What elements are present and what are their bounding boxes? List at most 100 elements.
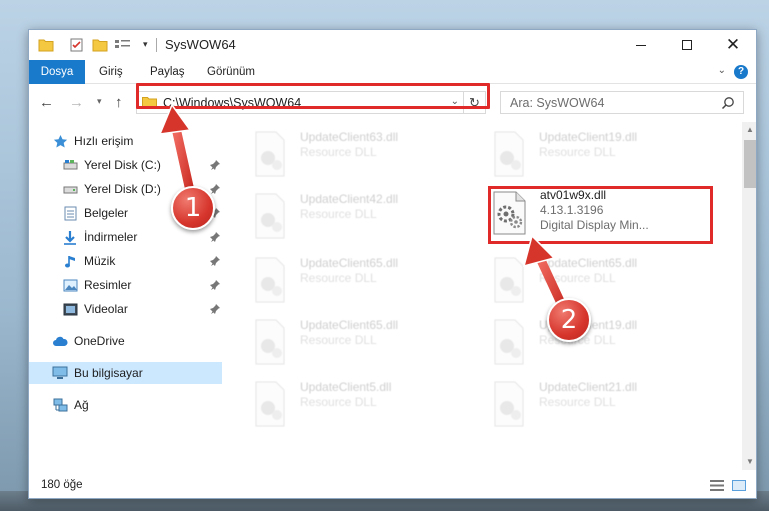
drive-icon — [62, 181, 78, 197]
dll-gear-file-icon — [488, 188, 532, 236]
close-icon: ✕ — [725, 35, 741, 54]
file-description: Resource DLL — [300, 395, 377, 409]
sidebar-item-quick-access[interactable]: Hızlı erişim — [29, 130, 222, 152]
search-icon[interactable] — [721, 96, 735, 110]
file-version: 4.13.1.3196 — [540, 203, 604, 217]
view-options-icon[interactable] — [114, 38, 130, 52]
dll-file-icon — [248, 380, 292, 428]
chevron-down-icon[interactable]: ⌄ — [451, 96, 459, 107]
tiles-view-icon[interactable] — [732, 480, 746, 491]
sidebar-item-disk-c[interactable]: Yerel Disk (C:) — [29, 154, 222, 176]
tab-file[interactable]: Dosya — [29, 60, 85, 84]
file-item[interactable]: UpdateClient65.dll Resource DLL — [248, 318, 476, 370]
new-folder-icon[interactable] — [92, 38, 108, 52]
sidebar-item-this-pc[interactable]: Bu bilgisayar — [29, 362, 222, 384]
item-count: 180 öğe — [41, 479, 83, 491]
maximize-icon — [682, 40, 692, 50]
quick-access-dropdown-icon[interactable]: ▾ — [143, 39, 153, 53]
navigation-bar: ← → ▾ ↑ C:\Windows\SysWOW64 ⌄ ↻ Ara: Sys… — [29, 84, 756, 120]
navigation-pane: Hızlı erişim Yerel Disk (C:) Yerel Disk … — [29, 122, 222, 470]
search-box[interactable]: Ara: SysWOW64 — [500, 91, 744, 114]
recent-locations-icon[interactable]: ▾ — [97, 96, 102, 107]
file-name: atv01w9x.dll — [540, 188, 607, 202]
tab-share[interactable]: Paylaş — [140, 60, 195, 84]
up-arrow-icon[interactable]: ↑ — [115, 94, 123, 111]
pin-icon[interactable] — [210, 303, 220, 314]
tab-home[interactable]: Giriş — [89, 60, 133, 84]
sidebar-item-label: İndirmeler — [84, 230, 138, 244]
vertical-scrollbar[interactable]: ▲ ▼ — [742, 122, 756, 470]
pin-icon[interactable] — [210, 231, 220, 242]
address-path[interactable]: C:\Windows\SysWOW64 — [163, 96, 301, 110]
computer-icon — [52, 365, 68, 381]
file-name: UpdateClient5.dll — [300, 380, 392, 394]
pin-icon[interactable] — [210, 279, 220, 290]
file-item[interactable]: UpdateClient42.dll Resource DLL — [248, 192, 476, 244]
file-item[interactable]: UpdateClient65.dll Resource DLL — [248, 256, 476, 308]
sidebar-item-onedrive[interactable]: OneDrive — [29, 330, 222, 352]
forward-arrow-icon[interactable]: → — [69, 94, 84, 111]
minimize-button[interactable] — [618, 30, 664, 60]
sidebar-item-network[interactable]: Ağ — [29, 394, 222, 416]
music-icon — [62, 253, 78, 269]
help-icon[interactable]: ? — [734, 65, 748, 79]
file-description: Resource DLL — [539, 395, 616, 409]
file-description: Resource DLL — [539, 271, 616, 285]
title-bar: ▾ SysWOW64 ✕ — [29, 30, 756, 60]
scroll-thumb[interactable] — [744, 140, 756, 188]
file-item[interactable]: UpdateClient19.dllResource DLL — [487, 130, 715, 182]
sidebar-item-label: Bu bilgisayar — [74, 366, 143, 380]
sidebar-item-videos[interactable]: Videolar — [29, 298, 222, 320]
expand-ribbon-icon[interactable]: ⌄ — [718, 65, 726, 76]
file-item[interactable]: UpdateClient19.dllResource DLL — [487, 318, 715, 370]
back-arrow-icon[interactable]: ← — [39, 94, 54, 111]
refresh-icon[interactable]: ↻ — [463, 92, 485, 113]
scroll-down-icon[interactable]: ▼ — [742, 454, 756, 470]
sidebar-item-label: Müzik — [84, 254, 116, 268]
pin-icon[interactable] — [210, 183, 220, 194]
scroll-up-icon[interactable]: ▲ — [742, 122, 756, 138]
sidebar-item-pictures[interactable]: Resimler — [29, 274, 222, 296]
sidebar-item-label: Belgeler — [84, 206, 129, 220]
search-placeholder[interactable]: Ara: SysWOW64 — [510, 96, 604, 110]
file-description: Resource DLL — [539, 145, 616, 159]
file-item[interactable]: UpdateClient5.dll Resource DLL — [248, 380, 476, 432]
dll-file-icon — [487, 380, 531, 428]
tab-view[interactable]: Görünüm — [197, 60, 265, 84]
file-item[interactable]: UpdateClient65.dll Resource DLL — [487, 256, 715, 308]
status-bar: 180 öğe — [29, 472, 756, 498]
sidebar-item-music[interactable]: Müzik — [29, 250, 222, 272]
pin-icon[interactable] — [210, 159, 220, 170]
sidebar-item-label: Hızlı erişim — [74, 134, 134, 148]
details-view-icon[interactable] — [710, 480, 724, 491]
sidebar-item-label: Resimler — [84, 278, 132, 292]
folder-icon — [38, 38, 54, 52]
file-item-target[interactable]: atv01w9x.dll 4.13.1.3196 Digital Display… — [488, 188, 716, 240]
close-button[interactable]: ✕ — [710, 30, 756, 60]
sidebar-item-label: Yerel Disk (D:) — [84, 182, 161, 196]
dll-file-icon — [487, 130, 531, 178]
title-separator — [156, 38, 157, 52]
properties-icon[interactable] — [69, 38, 85, 52]
file-name: UpdateClient65.dll — [300, 318, 399, 332]
pin-icon[interactable] — [210, 255, 220, 266]
file-name: UpdateClient42.dll — [300, 192, 399, 206]
file-description: Resource DLL — [300, 271, 377, 285]
minimize-icon — [636, 44, 646, 46]
file-item[interactable]: UpdateClient63.dll Resource DLL — [248, 130, 476, 182]
videos-icon — [62, 301, 78, 317]
folder-icon — [142, 96, 157, 109]
download-icon — [62, 229, 78, 245]
cloud-icon — [52, 333, 68, 349]
file-item[interactable]: UpdateClient21.dll Resource DLL — [487, 380, 715, 432]
address-bar[interactable]: C:\Windows\SysWOW64 ⌄ ↻ — [136, 91, 486, 114]
ribbon: Dosya Giriş Paylaş Görünüm ⌄ ? — [29, 60, 756, 84]
maximize-button[interactable] — [664, 30, 710, 60]
sidebar-item-label: OneDrive — [74, 334, 125, 348]
file-description: Resource DLL — [300, 333, 377, 347]
file-name: UpdateClient19.dll — [539, 130, 638, 144]
dll-file-icon — [487, 256, 531, 304]
file-name: UpdateClient65.dll — [539, 256, 638, 270]
window-title: SysWOW64 — [165, 37, 236, 52]
sidebar-item-label: Videolar — [84, 302, 128, 316]
